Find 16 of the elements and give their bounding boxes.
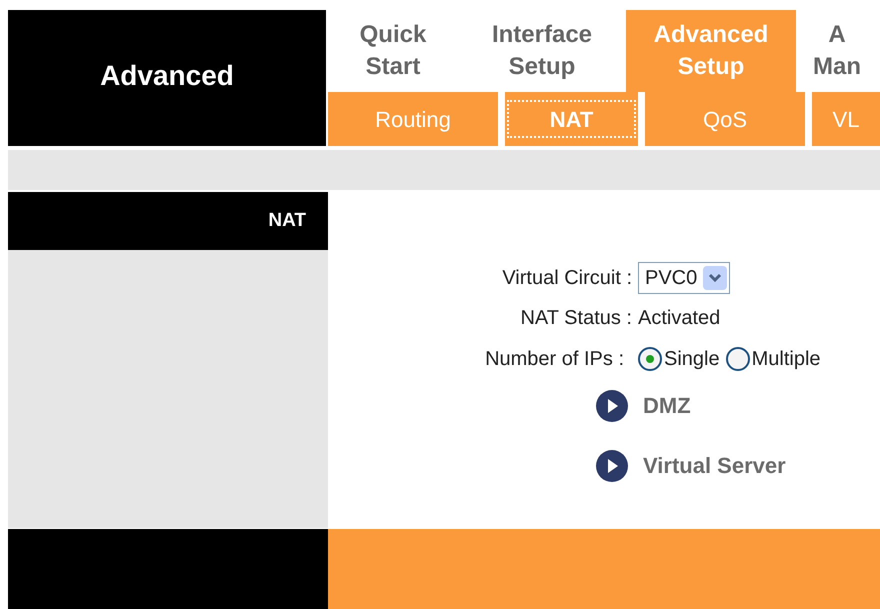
- play-icon: [595, 388, 629, 423]
- radio-button[interactable]: [638, 346, 662, 371]
- section-header: Advanced: [8, 10, 326, 146]
- nav-link[interactable]: DMZ: [643, 389, 691, 422]
- circuit-select[interactable]: PVC0: [638, 262, 730, 294]
- radio-button[interactable]: [726, 346, 750, 371]
- chevron-icon: [703, 266, 728, 290]
- nav-link[interactable]: Virtual Server: [643, 449, 786, 482]
- panel-title: NAT: [8, 192, 328, 250]
- field-label: Virtual Circuit :: [501, 266, 633, 291]
- radio-label: Multiple: [752, 346, 821, 372]
- field-label: NAT Status :: [519, 306, 633, 331]
- field-label: Number of IPs :: [484, 346, 625, 372]
- play-icon: [595, 448, 629, 483]
- radio-label: Single: [664, 346, 720, 372]
- status-value: Activated: [638, 306, 720, 331]
